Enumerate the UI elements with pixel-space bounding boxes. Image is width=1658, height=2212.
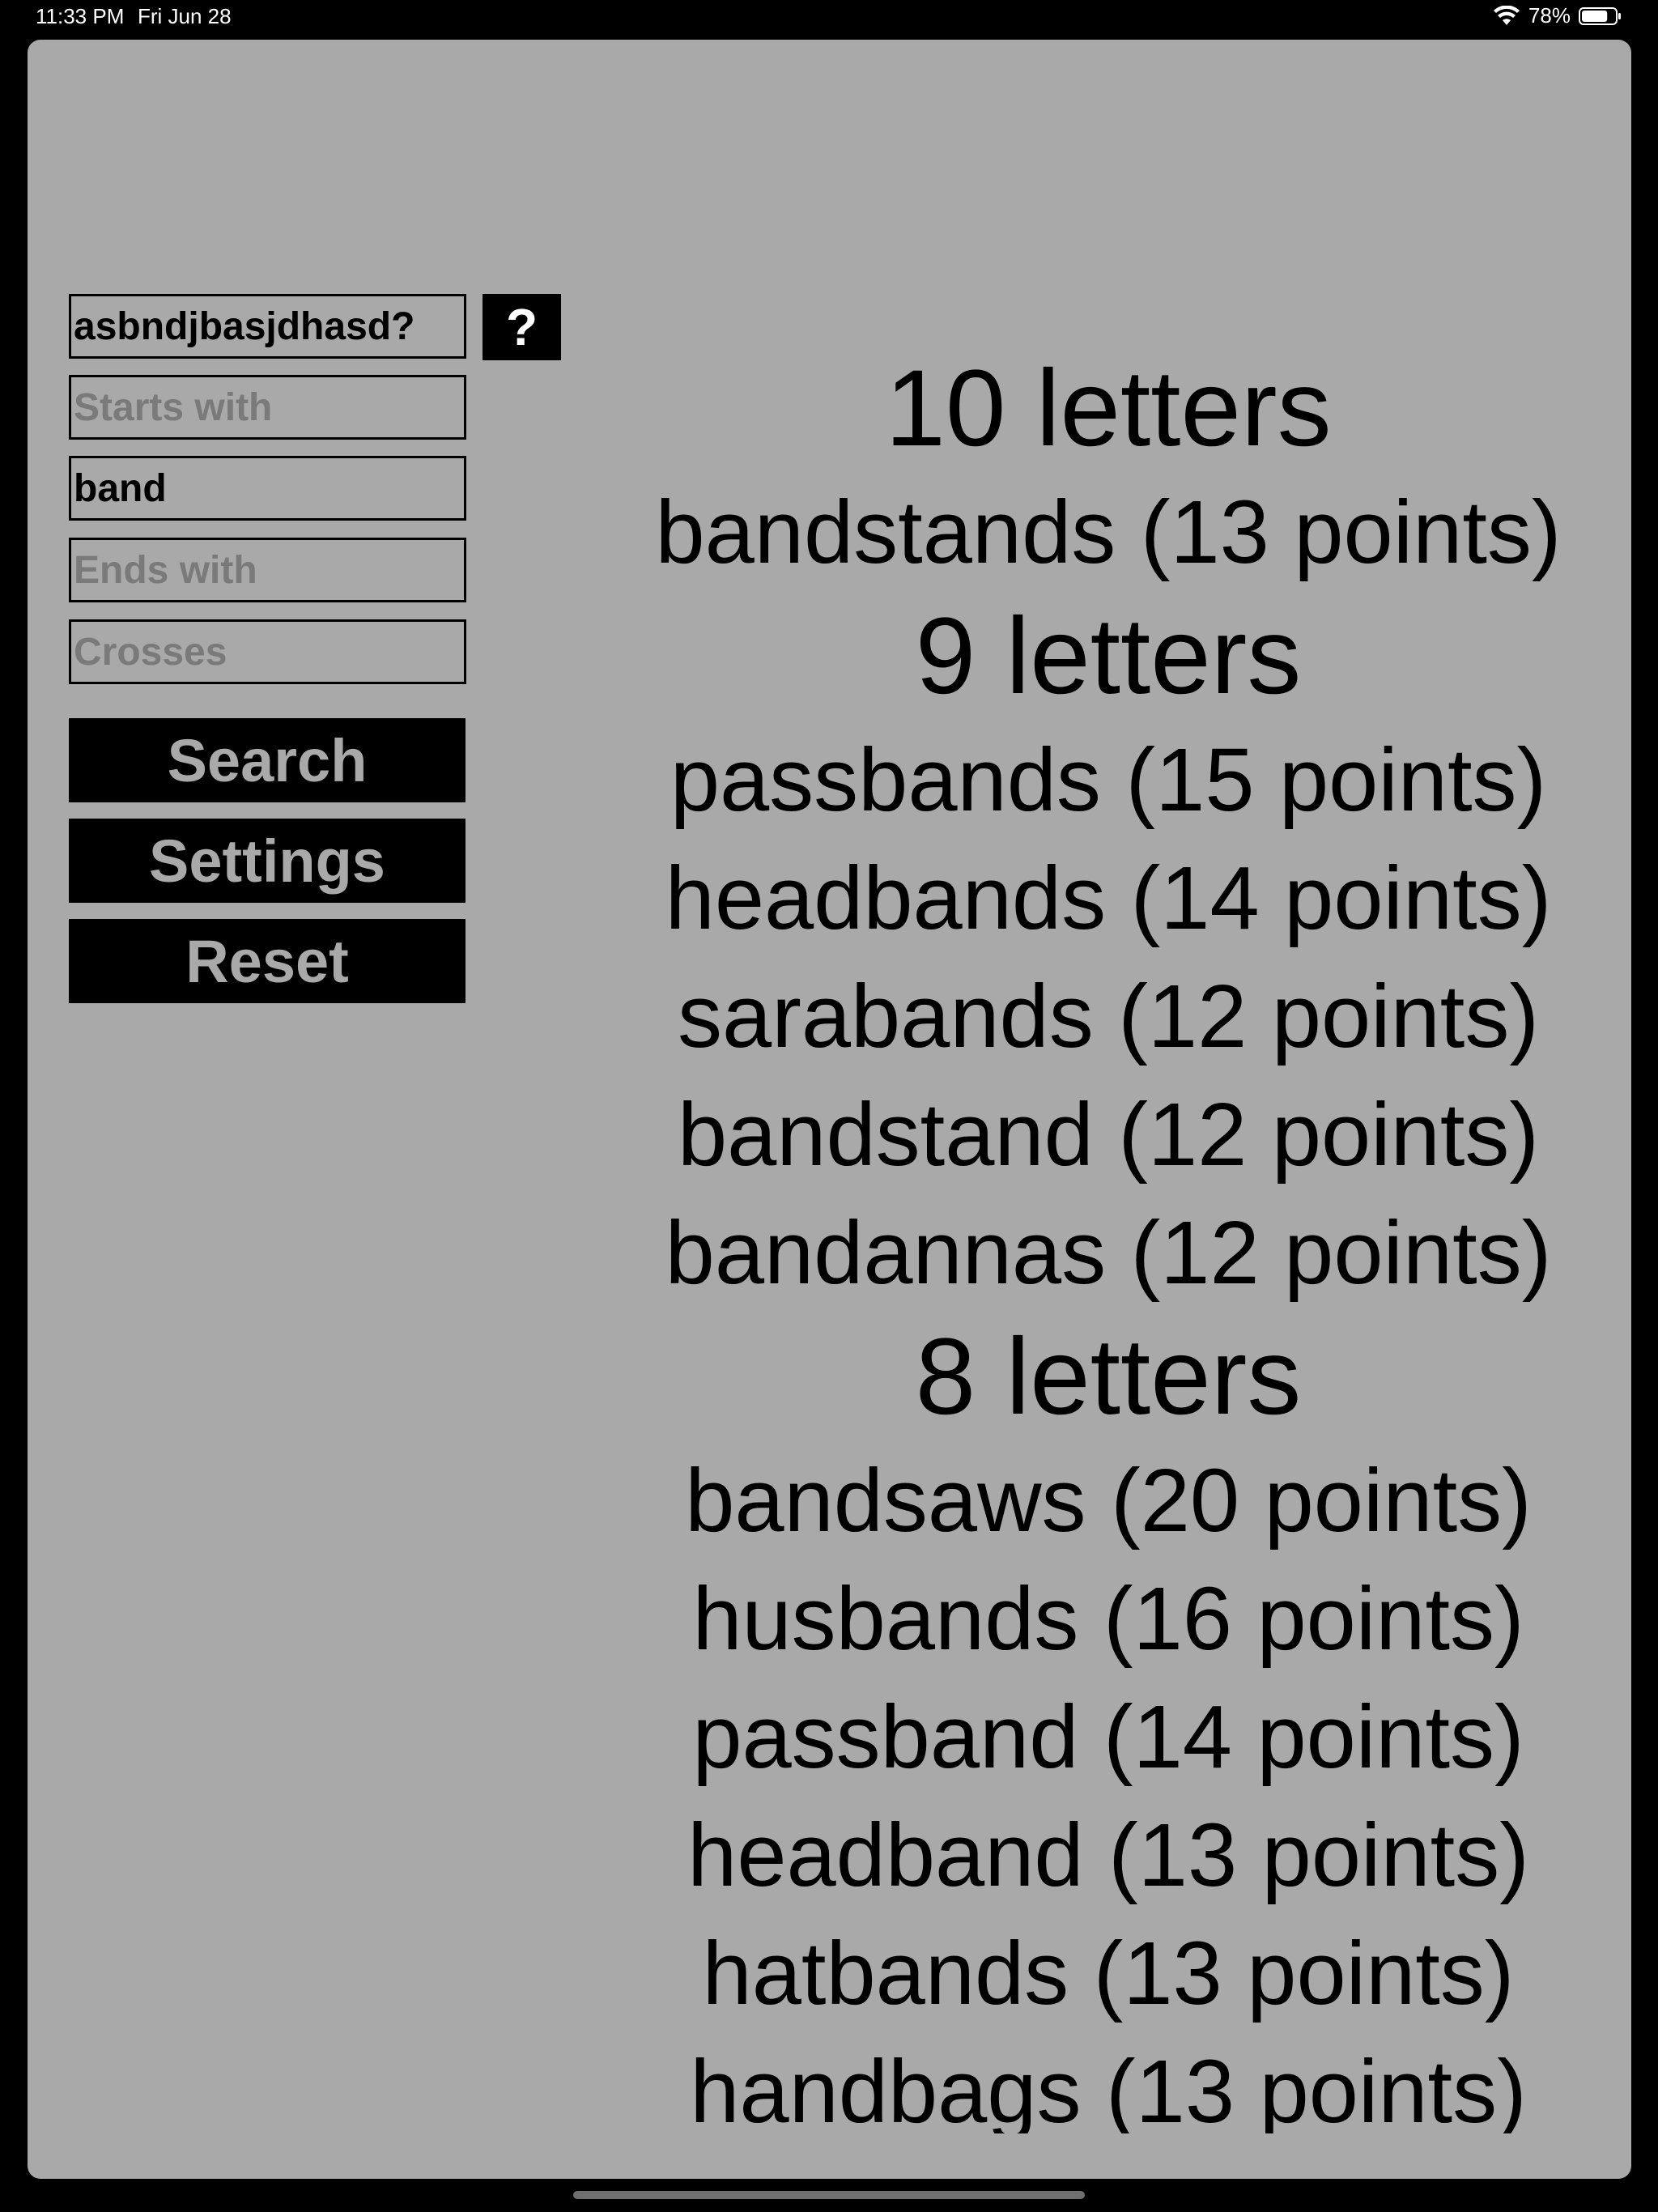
home-indicator[interactable] xyxy=(573,2191,1085,2199)
result-item[interactable]: passbands (15 points) xyxy=(594,721,1622,840)
battery-percent: 78% xyxy=(1528,3,1571,28)
starts-with-input[interactable] xyxy=(69,375,466,440)
result-item[interactable]: sarabands (12 points) xyxy=(594,958,1622,1076)
settings-button[interactable]: Settings xyxy=(69,819,466,903)
help-button[interactable]: ? xyxy=(483,294,561,360)
wifi-icon xyxy=(1493,5,1520,25)
result-item[interactable]: bandsaws (20 points) xyxy=(594,1442,1622,1560)
group-heading: 8 letters xyxy=(915,1317,1302,1437)
reset-button[interactable]: Reset xyxy=(69,919,466,1003)
result-item[interactable]: handbags (13 points) xyxy=(594,2033,1622,2133)
status-indicators: 78% xyxy=(1493,3,1622,28)
result-item[interactable]: headband (13 points) xyxy=(594,1797,1622,1915)
group-heading: 9 letters xyxy=(915,596,1302,717)
result-item[interactable]: bandstands (13 points) xyxy=(594,474,1622,592)
crosses-input[interactable] xyxy=(69,619,466,684)
result-item[interactable]: passband (14 points) xyxy=(594,1678,1622,1797)
result-item[interactable]: bandstand (12 points) xyxy=(594,1076,1622,1194)
status-date: Fri Jun 28 xyxy=(138,4,232,28)
battery-icon xyxy=(1579,6,1621,25)
result-item[interactable]: headbands (14 points) xyxy=(594,840,1622,958)
result-item[interactable]: bandannas (12 points) xyxy=(594,1194,1622,1312)
search-button[interactable]: Search xyxy=(69,718,466,802)
result-item[interactable]: hatbands (13 points) xyxy=(594,1915,1622,2033)
group-heading: 10 letters xyxy=(885,348,1332,469)
status-bar: 11:33 PM Fri Jun 28 78% xyxy=(0,0,1658,39)
status-time: 11:33 PM xyxy=(36,4,125,28)
main-sheet: ? Search Settings Reset 10 lettersbandst… xyxy=(28,40,1631,2179)
results-list[interactable]: 10 letters bandstands (13 points) 9 letter… xyxy=(594,344,1622,2133)
ends-with-input[interactable] xyxy=(69,538,466,602)
letters-input[interactable] xyxy=(69,294,466,359)
contains-input[interactable] xyxy=(69,456,466,521)
result-item[interactable]: husbands (16 points) xyxy=(594,1560,1622,1678)
